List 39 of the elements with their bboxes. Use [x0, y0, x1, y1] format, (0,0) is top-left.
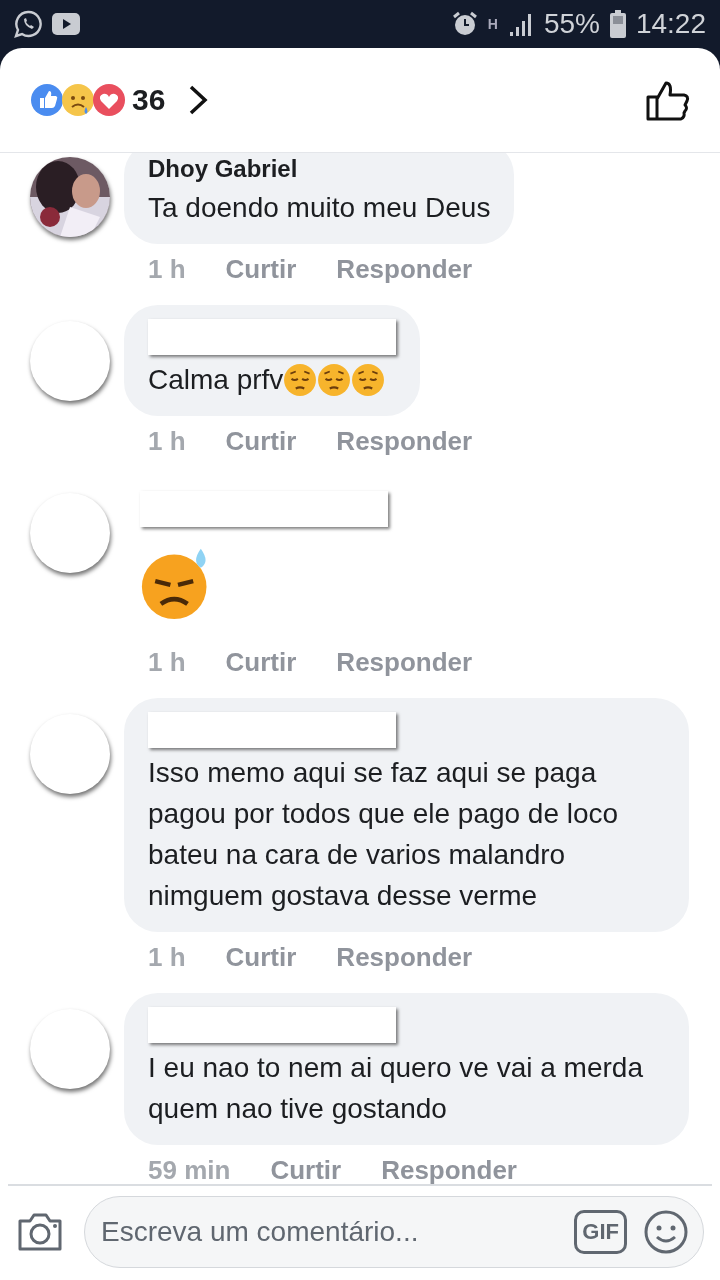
reply-link[interactable]: Responder	[336, 254, 473, 285]
comment-text: Ta doendo muito meu Deus	[148, 191, 491, 225]
network-type: H	[487, 16, 498, 32]
comment-text: Calma prfv	[148, 363, 284, 397]
battery-icon	[609, 10, 626, 38]
comment-time: 1 h	[148, 426, 186, 457]
smiley-icon[interactable]	[643, 1209, 689, 1255]
reply-link[interactable]: Responder	[336, 426, 473, 457]
reaction-count[interactable]: 36	[132, 83, 166, 117]
comment-text: Isso memo aqui se faz aqui se paga pagou por todos que ele pago de loco bateu na cara de varios malandro nimguem gostava desse verme	[148, 756, 620, 913]
pensive-face-icon	[351, 362, 386, 397]
comment-time: 1 h	[148, 647, 186, 678]
like-icon[interactable]	[646, 79, 690, 121]
video-app-icon	[52, 13, 80, 35]
like-link[interactable]: Curtir	[225, 254, 297, 285]
pensive-face-icon	[283, 362, 318, 397]
comment-author[interactable]: Dhoy Gabriel	[148, 155, 298, 183]
signal-icon	[507, 12, 534, 36]
like-link[interactable]: Curtir	[225, 426, 297, 457]
pensive-face-icon	[317, 362, 352, 397]
battery-percent: 55%	[543, 8, 600, 40]
chat-app-icon	[14, 10, 42, 38]
reply-link[interactable]: Responder	[336, 647, 473, 678]
reply-link[interactable]: Responder	[381, 1155, 517, 1184]
comment-time: 1 h	[148, 254, 186, 285]
comment-text: I eu nao to nem ai quero ve vai a merda quem nao tive gostando	[148, 1051, 644, 1126]
comment-field[interactable]: Escreva um comentário... GIF	[84, 1196, 704, 1268]
like-link[interactable]: Curtir	[225, 647, 297, 678]
reply-link[interactable]: Responder	[336, 942, 473, 973]
chevron-right-icon[interactable]	[187, 84, 210, 116]
clock: 14:22	[635, 8, 706, 40]
gif-button[interactable]: GIF	[574, 1210, 627, 1254]
reactions-icon	[30, 83, 126, 117]
alarm-icon	[451, 11, 478, 37]
comment-time: 1 h	[148, 942, 186, 973]
camera-icon[interactable]	[16, 1211, 64, 1253]
comment-time: 59 min	[148, 1155, 231, 1184]
like-link[interactable]: Curtir	[270, 1155, 342, 1184]
like-link[interactable]: Curtir	[225, 942, 297, 973]
